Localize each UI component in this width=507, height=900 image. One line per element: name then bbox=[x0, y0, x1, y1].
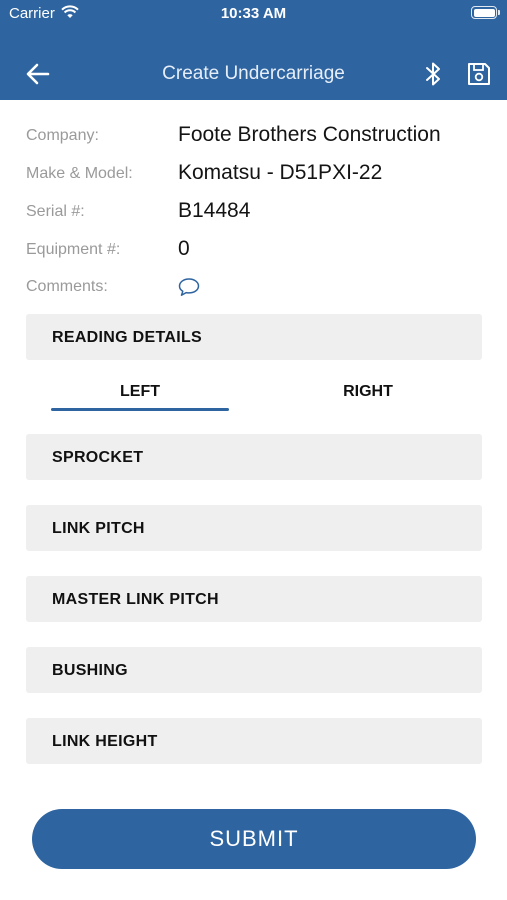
company-row: Company: Foote Brothers Construction bbox=[26, 123, 486, 153]
make-model-row: Make & Model: Komatsu - D51PXI-22 bbox=[26, 161, 486, 191]
equipment-label: Equipment #: bbox=[26, 241, 121, 258]
section-sprocket-label: SPROCKET bbox=[52, 449, 144, 466]
nav-bar: Create Undercarriage bbox=[0, 50, 507, 98]
serial-value: B14484 bbox=[178, 199, 251, 222]
comments-row: Comments: bbox=[26, 274, 486, 304]
tab-active-indicator bbox=[51, 408, 229, 411]
tab-right-label: RIGHT bbox=[343, 383, 393, 400]
tab-right[interactable]: RIGHT bbox=[279, 383, 457, 411]
section-link-height[interactable]: LINK HEIGHT bbox=[26, 718, 482, 764]
section-link-height-label: LINK HEIGHT bbox=[52, 733, 158, 750]
tab-left-label: LEFT bbox=[120, 383, 160, 400]
section-master-link-pitch[interactable]: MASTER LINK PITCH bbox=[26, 576, 482, 622]
company-label: Company: bbox=[26, 127, 99, 144]
company-value: Foote Brothers Construction bbox=[178, 123, 441, 146]
section-link-pitch-label: LINK PITCH bbox=[52, 520, 145, 537]
submit-button[interactable]: SUBMIT bbox=[32, 809, 476, 869]
bluetooth-icon[interactable] bbox=[422, 60, 444, 88]
status-time: 10:33 AM bbox=[220, 5, 287, 22]
reading-details-header[interactable]: READING DETAILS bbox=[26, 314, 482, 360]
equipment-row: Equipment #: 0 bbox=[26, 237, 486, 267]
make-model-label: Make & Model: bbox=[26, 165, 133, 182]
tab-left[interactable]: LEFT bbox=[51, 383, 229, 411]
serial-row: Serial #: B14484 bbox=[26, 199, 486, 229]
section-bushing[interactable]: BUSHING bbox=[26, 647, 482, 693]
reading-details-label: READING DETAILS bbox=[52, 329, 202, 346]
comments-label: Comments: bbox=[26, 278, 108, 295]
section-bushing-label: BUSHING bbox=[52, 662, 128, 679]
equipment-value: 0 bbox=[178, 237, 190, 260]
section-master-link-pitch-label: MASTER LINK PITCH bbox=[52, 591, 219, 608]
serial-label: Serial #: bbox=[26, 203, 85, 220]
battery-icon bbox=[471, 6, 500, 19]
save-icon[interactable] bbox=[466, 61, 492, 87]
status-bar: Carrier 10:33 AM bbox=[0, 0, 507, 30]
section-link-pitch[interactable]: LINK PITCH bbox=[26, 505, 482, 551]
app-header: Carrier 10:33 AM Create Undercarriage bbox=[0, 0, 507, 100]
speech-bubble-icon[interactable] bbox=[177, 276, 201, 298]
section-sprocket[interactable]: SPROCKET bbox=[26, 434, 482, 480]
make-model-value: Komatsu - D51PXI-22 bbox=[178, 161, 383, 184]
